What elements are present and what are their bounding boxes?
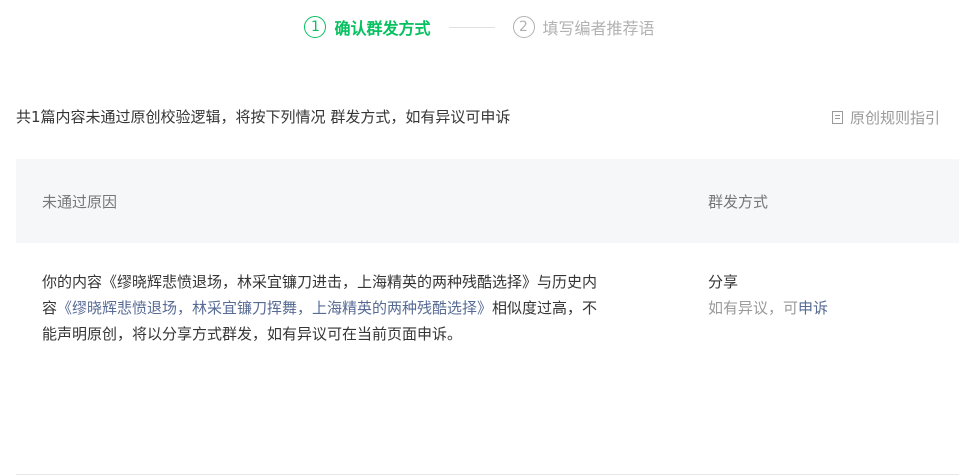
summary-text: 共1篇内容未通过原创校验逻辑，将按下列情况 群发方式，如有异议可申诉: [16, 108, 511, 126]
header-reason: 未通过原因: [42, 192, 118, 211]
header-method: 群发方式: [708, 192, 769, 211]
step-indicator: 1 确认群发方式 2 填写编者推荐语: [0, 12, 959, 42]
step-editor-recommendation: 2 填写编者推荐语: [512, 15, 655, 39]
appeal-link[interactable]: 申诉: [798, 299, 828, 317]
history-content-link[interactable]: 《缪晓辉悲愤退场，林采宜镰刀挥舞，上海精英的两种残酷选择》: [57, 299, 492, 317]
appeal-note: 如有异议，可申诉: [708, 295, 828, 321]
document-icon: [832, 111, 843, 124]
guide-link-label: 原创规则指引: [850, 109, 941, 127]
step-number-2: 2: [512, 16, 535, 38]
reason-cell: 你的内容《缪晓辉悲愤退场，林采宜镰刀进击，上海精英的两种残酷选择》与历史内容《缪…: [16, 269, 708, 474]
step-label-recommend: 填写编者推荐语: [542, 19, 655, 38]
method-cell: 分享 如有异议，可申诉: [708, 269, 828, 474]
appeal-note-text: 如有异议，可: [708, 299, 799, 317]
method-value: 分享: [708, 273, 739, 291]
table-row: 你的内容《缪晓辉悲愤退场，林采宜镰刀进击，上海精英的两种残酷选择》与历史内容《缪…: [16, 243, 959, 475]
step-label-confirm: 确认群发方式: [334, 19, 431, 38]
step-confirm-method: 1 确认群发方式: [304, 15, 431, 39]
step-divider: [448, 26, 495, 28]
step-number-1: 1: [304, 16, 327, 38]
originality-guide-link[interactable]: 原创规则指引: [832, 107, 940, 128]
failure-table: 未通过原因 群发方式 你的内容《缪晓辉悲愤退场，林采宜镰刀进击，上海精英的两种残…: [16, 159, 959, 475]
table-header: 未通过原因 群发方式: [16, 159, 959, 243]
